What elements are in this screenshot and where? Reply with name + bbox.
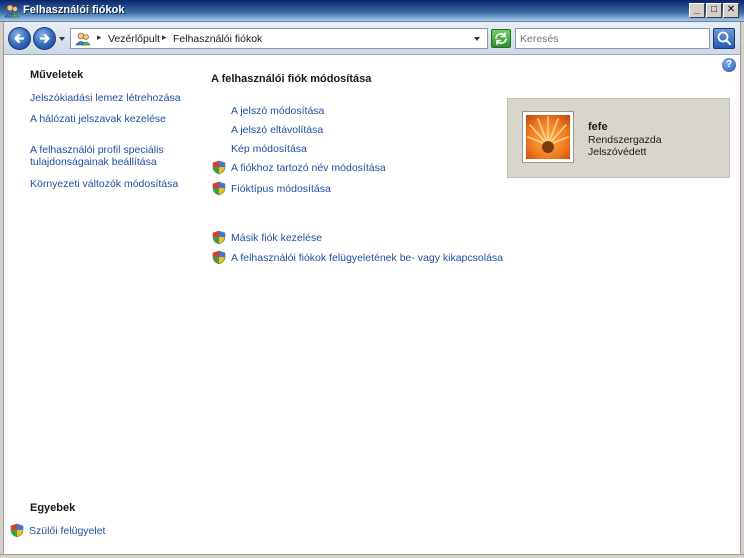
maximize-button[interactable]: □ (706, 3, 722, 18)
sidebar-link-environment-variables[interactable]: Környezeti változók módosítása (30, 178, 190, 190)
minimize-button[interactable]: _ (689, 3, 705, 18)
shield-icon (10, 523, 24, 538)
sidebar-link-network-passwords[interactable]: A hálózati jelszavak kezelése (30, 113, 190, 125)
page-title: A felhasználói fiók módosítása (211, 73, 372, 85)
address-bar[interactable]: ▸ Vezérlőpult ▸ Felhasználói fiókok (70, 28, 488, 49)
sidebar-link-parental-controls[interactable]: Szülői felügyelet (29, 525, 105, 537)
arrow-right-icon (39, 33, 50, 44)
user-picture (522, 111, 574, 163)
refresh-icon (495, 32, 507, 45)
task-manage-another-account[interactable]: Másik fiók kezelése (231, 232, 322, 244)
history-dropdown-icon[interactable] (58, 35, 66, 43)
task-toggle-uac[interactable]: A felhasználói fiókok felügyeletének be-… (231, 252, 503, 264)
sidebar-link-profile-properties[interactable]: A felhasználói profil speciális tulajdon… (30, 144, 180, 168)
user-account-card: fefe Rendszergazda Jelszóvédett (507, 98, 730, 178)
breadcrumb-control-panel[interactable]: Vezérlőpult (108, 33, 160, 45)
window-title: Felhasználói fiókok (23, 4, 125, 16)
forward-button[interactable] (33, 27, 56, 50)
user-password-status: Jelszóvédett (588, 146, 647, 158)
refresh-button[interactable] (491, 29, 511, 48)
task-change-picture[interactable]: Kép módosítása (231, 143, 307, 155)
title-bar: Felhasználói fiókok _ □ ✕ (0, 0, 744, 22)
tasks-heading: Műveletek (30, 69, 84, 81)
orange-flower-picture (526, 115, 570, 159)
shield-icon (212, 181, 226, 196)
arrow-left-icon (14, 33, 25, 44)
shield-icon (212, 230, 226, 245)
navigation-toolbar: ▸ Vezérlőpult ▸ Felhasználói fiókok (0, 22, 744, 55)
shield-icon (212, 250, 226, 265)
close-button[interactable]: ✕ (723, 3, 739, 18)
breadcrumb-separator: ▸ (97, 32, 102, 42)
window-frame-left (0, 22, 4, 558)
task-remove-password[interactable]: A jelszó eltávolítása (231, 124, 323, 136)
breadcrumb-user-accounts[interactable]: Felhasználói fiókok (173, 33, 262, 45)
users-icon (4, 4, 20, 18)
breadcrumb-separator[interactable]: ▸ (162, 32, 167, 43)
window-frame-bottom (0, 554, 744, 558)
user-role: Rendszergazda (588, 134, 662, 146)
task-change-account-type[interactable]: Fióktípus módosítása (231, 183, 331, 195)
chevron-down-icon[interactable] (473, 35, 481, 43)
search-button[interactable] (713, 28, 735, 49)
user-name: fefe (588, 121, 608, 133)
shield-icon (212, 160, 226, 175)
task-change-account-name[interactable]: A fiókhoz tartozó név módosítása (231, 162, 386, 174)
control-panel-icon (75, 32, 91, 46)
other-heading: Egyebek (30, 502, 76, 514)
task-change-password[interactable]: A jelszó módosítása (231, 105, 324, 117)
sidebar-link-password-reset-disk[interactable]: Jelszókiadási lemez létrehozása (30, 92, 190, 104)
search-box[interactable] (515, 28, 710, 49)
search-input[interactable] (516, 29, 709, 48)
search-icon (717, 31, 732, 46)
help-icon[interactable]: ? (722, 58, 736, 72)
window-frame-right (740, 22, 744, 558)
back-button[interactable] (8, 27, 31, 50)
